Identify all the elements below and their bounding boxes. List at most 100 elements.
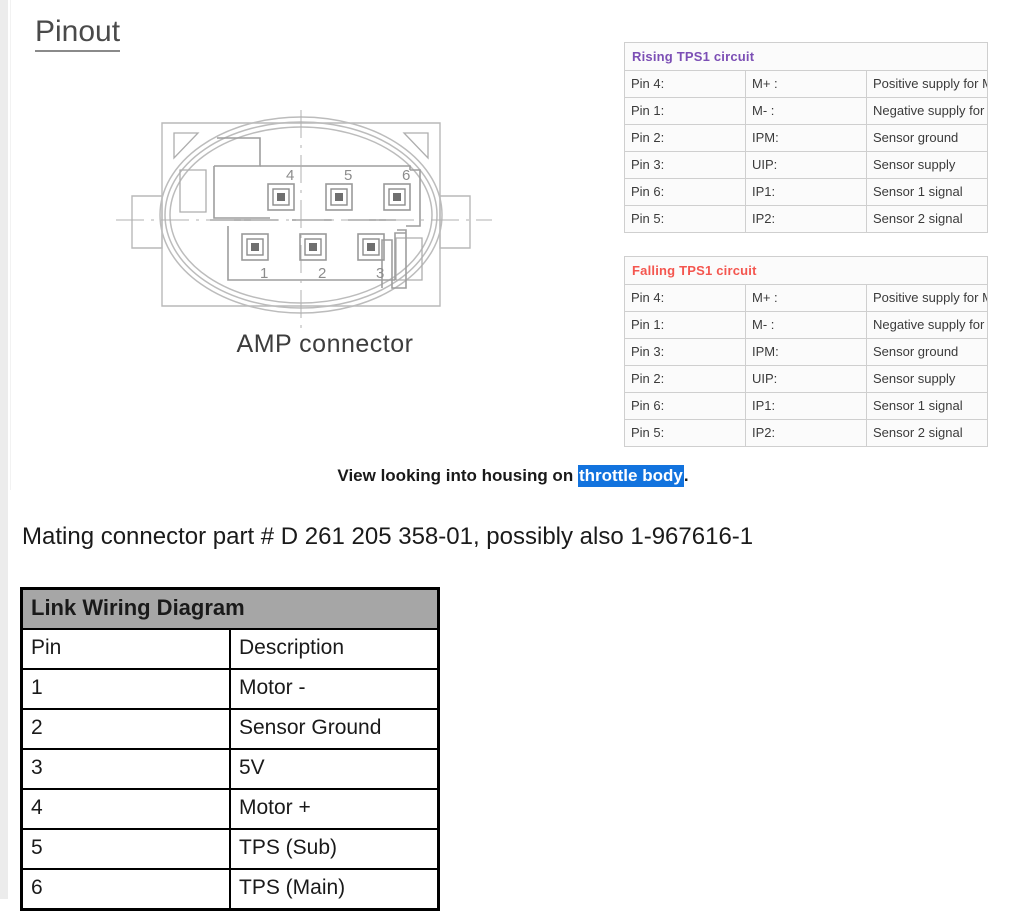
description-cell: Negative supply for Motor: [866, 97, 988, 125]
pin-number-4: 4: [286, 167, 294, 184]
pin-cell: 6: [20, 868, 231, 911]
signal-cell: IP1:: [745, 392, 867, 420]
view-direction-note: View looking into housing on throttle bo…: [11, 465, 1015, 487]
description-cell: Motor +: [229, 788, 440, 830]
page-root: Pinout 4 5 6 1 2 3 AMP connector Rising …: [0, 0, 1015, 911]
amp-connector-figure: 4 5 6 1 2 3 AMP connector: [110, 108, 540, 408]
table-row: Pin 3: IPM: Sensor ground: [624, 338, 988, 366]
pin-cavity-2: [299, 233, 327, 261]
description-cell: TPS (Sub): [229, 828, 440, 870]
link-wiring-diagram-table: Link Wiring Diagram Pin Description 1 Mo…: [20, 587, 440, 911]
description-cell: Motor -: [229, 668, 440, 710]
description-cell: TPS (Main): [229, 868, 440, 911]
description-cell: Positive supply for Motor: [866, 284, 988, 312]
falling-tps1-title-row: Falling TPS1 circuit: [624, 256, 988, 285]
description-cell: Negative supply for Motor: [866, 311, 988, 339]
pin-cell: Pin 4:: [624, 70, 746, 98]
pin-cell: 1: [20, 668, 231, 710]
table-row: 5 TPS (Sub): [20, 828, 440, 870]
pin-cell: Pin 3:: [624, 338, 746, 366]
signal-cell: M- :: [745, 97, 867, 125]
wiring-table-header-row: Pin Description: [20, 628, 440, 670]
table-row: 3 5V: [20, 748, 440, 790]
signal-cell: M- :: [745, 311, 867, 339]
amp-connector-drawing: 4 5 6 1 2 3: [116, 110, 492, 332]
table-row: 4 Motor +: [20, 788, 440, 830]
rising-tps1-table: Rising TPS1 circuit Pin 4: M+ : Positive…: [624, 42, 988, 233]
table-row: Pin 6: IP1: Sensor 1 signal: [624, 178, 988, 206]
pin-cavity-3: [357, 233, 385, 261]
pin-cell: Pin 5:: [624, 419, 746, 447]
rising-tps1-title-row: Rising TPS1 circuit: [624, 42, 988, 71]
column-header-description: Description: [229, 628, 440, 670]
description-cell: Sensor ground: [866, 338, 988, 366]
pin-number-2: 2: [318, 265, 326, 282]
table-row: Pin 4: M+ : Positive supply for Motor: [624, 284, 988, 312]
connector-caption: AMP connector: [236, 330, 414, 358]
table-row: 1 Motor -: [20, 668, 440, 710]
pin-number-3: 3: [376, 265, 384, 282]
signal-cell: IP1:: [745, 178, 867, 206]
rising-tps1-title: Rising TPS1 circuit: [624, 42, 988, 71]
wiring-table-title: Link Wiring Diagram: [20, 587, 440, 630]
pin-cavity-6: [383, 183, 411, 211]
view-note-highlight: throttle body: [577, 465, 684, 487]
description-cell: Sensor Ground: [229, 708, 440, 750]
description-cell: Sensor ground: [866, 124, 988, 152]
pin-cell: Pin 6:: [624, 178, 746, 206]
table-row: Pin 1: M- : Negative supply for Motor: [624, 311, 988, 339]
pin-number-5: 5: [344, 167, 352, 184]
description-cell: 5V: [229, 748, 440, 790]
table-row: 6 TPS (Main): [20, 868, 440, 911]
view-note-prefix: View looking into housing on: [337, 466, 578, 485]
description-cell: Sensor 1 signal: [866, 178, 988, 206]
falling-tps1-title: Falling TPS1 circuit: [624, 256, 988, 285]
table-row: Pin 1: M- : Negative supply for Motor: [624, 97, 988, 125]
pin-cavity-4: [267, 183, 295, 211]
pin-cell: Pin 1:: [624, 97, 746, 125]
description-cell: Sensor 2 signal: [866, 419, 988, 447]
column-header-pin: Pin: [20, 628, 231, 670]
pin-cell: Pin 6:: [624, 392, 746, 420]
pin-cell: Pin 2:: [624, 124, 746, 152]
table-row: Pin 3: UIP: Sensor supply: [624, 151, 988, 179]
pin-cell: 5: [20, 828, 231, 870]
table-row: Pin 4: M+ : Positive supply for Motor: [624, 70, 988, 98]
pin-cavity-1: [241, 233, 269, 261]
falling-tps1-table: Falling TPS1 circuit Pin 4: M+ : Positiv…: [624, 256, 988, 447]
left-gutter: [0, 0, 8, 899]
pin-cell: Pin 2:: [624, 365, 746, 393]
signal-cell: M+ :: [745, 284, 867, 312]
pin-number-6: 6: [402, 167, 410, 184]
view-note-suffix: .: [683, 466, 689, 485]
table-row: Pin 6: IP1: Sensor 1 signal: [624, 392, 988, 420]
signal-cell: IPM:: [745, 338, 867, 366]
signal-cell: UIP:: [745, 365, 867, 393]
pin-cell: Pin 1:: [624, 311, 746, 339]
signal-cell: IP2:: [745, 419, 867, 447]
table-row: Pin 5: IP2: Sensor 2 signal: [624, 205, 988, 233]
pin-cell: 3: [20, 748, 231, 790]
pin-cell: Pin 4:: [624, 284, 746, 312]
pin-cell: 4: [20, 788, 231, 830]
signal-cell: IP2:: [745, 205, 867, 233]
page-title: Pinout: [35, 16, 121, 52]
pin-cell: 2: [20, 708, 231, 750]
description-cell: Sensor 1 signal: [866, 392, 988, 420]
description-cell: Positive supply for Motor: [866, 70, 988, 98]
pin-cell: Pin 3:: [624, 151, 746, 179]
description-cell: Sensor 2 signal: [866, 205, 988, 233]
pin-cavity-5: [325, 183, 353, 211]
signal-cell: IPM:: [745, 124, 867, 152]
pin-number-1: 1: [260, 265, 268, 282]
mating-connector-note: Mating connector part # D 261 205 358-01…: [22, 523, 754, 550]
description-cell: Sensor supply: [866, 365, 988, 393]
table-row: 2 Sensor Ground: [20, 708, 440, 750]
description-cell: Sensor supply: [866, 151, 988, 179]
signal-cell: UIP:: [745, 151, 867, 179]
table-row: Pin 5: IP2: Sensor 2 signal: [624, 419, 988, 447]
table-row: Pin 2: UIP: Sensor supply: [624, 365, 988, 393]
signal-cell: M+ :: [745, 70, 867, 98]
table-row: Pin 2: IPM: Sensor ground: [624, 124, 988, 152]
wiring-table-title-row: Link Wiring Diagram: [20, 587, 440, 630]
